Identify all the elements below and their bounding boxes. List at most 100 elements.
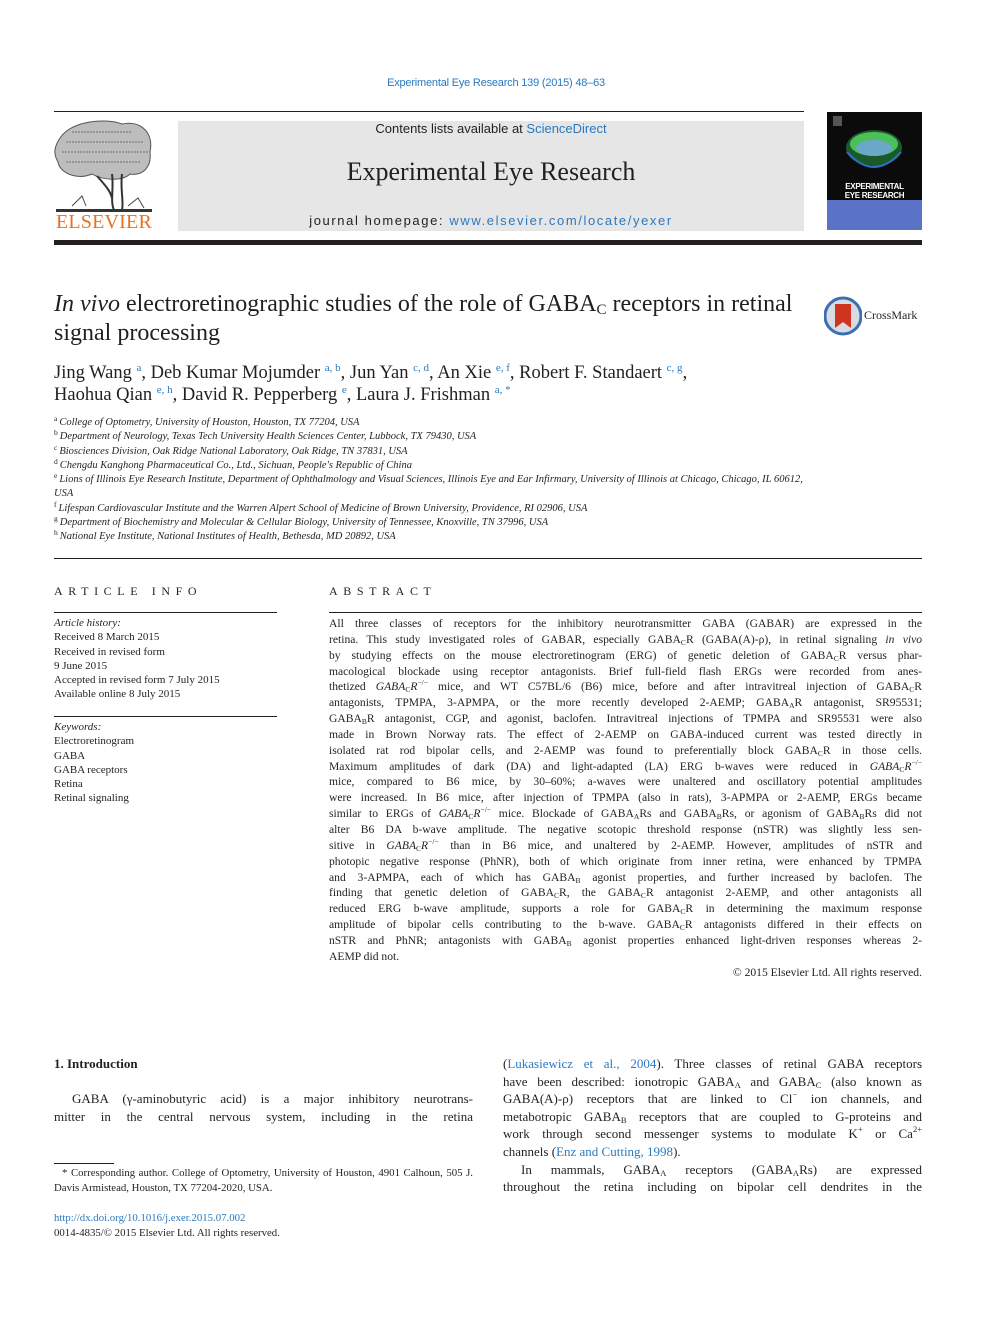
text-line: sitive in GABACR−/− than in B6 mice, and… — [329, 838, 922, 854]
author-affiliation-marker[interactable]: e — [342, 384, 347, 396]
text-segment: Rs) are expressed — [799, 1161, 922, 1177]
footnote-text: * Corresponding author. College of Optom… — [54, 1167, 473, 1195]
author-affiliation-marker[interactable]: a — [136, 362, 141, 374]
author-affiliation-marker[interactable]: c, g — [667, 362, 683, 374]
affiliation-text: Lifespan Cardiovascular Institute and th… — [58, 502, 588, 514]
text-segment: mice. Blockade of GABA — [491, 807, 634, 821]
author-affiliation-marker[interactable]: e, f — [496, 362, 510, 374]
keywords-block: Keywords: Electroretinogram GABA GABA rece… — [54, 720, 279, 806]
text-segment: mice, compared to B6 mice, by 30–60%; a-… — [329, 775, 922, 789]
affiliation-key: d — [54, 456, 58, 466]
superscript: 2+ — [912, 1124, 922, 1135]
journal-title: Experimental Eye Research — [346, 157, 636, 186]
affiliation-item: b Department of Neurology, Texas Tech Uni… — [54, 429, 814, 444]
text-segment: and GABA — [740, 1073, 816, 1089]
header-rule — [54, 111, 804, 112]
doi-link[interactable]: http://dx.doi.org/10.1016/j.exer.2015.07… — [54, 1211, 245, 1226]
text-segment: nSTR and PhNR; antagonists with GABA — [329, 933, 567, 947]
superscript: −/− — [480, 805, 492, 815]
running-head[interactable]: Experimental Eye Research 139 (2015) 48–… — [0, 77, 992, 89]
text-line: made in Brown Norway rats. The effect of… — [329, 727, 922, 743]
text-line: thetized GABACR−/− mice, and WT C57BL/6 … — [329, 679, 922, 695]
keyword-item[interactable]: Retina — [54, 777, 279, 791]
text-line: channels (Enz and Cutting, 1998). — [503, 1143, 922, 1161]
text-segment: work through second messenger systems to… — [503, 1126, 858, 1142]
text-line: similar to ERGs of GABACR−/− mice. Block… — [329, 806, 922, 822]
text-segment: R — [914, 680, 923, 694]
journal-homepage-link[interactable]: www.elsevier.com/locate/yexer — [449, 213, 672, 228]
author-affiliation-marker[interactable]: e, h — [157, 384, 173, 396]
text-segment: throughout the retina including on bipol… — [503, 1179, 922, 1195]
keyword-item[interactable]: Electroretinogram — [54, 734, 279, 748]
citation-link[interactable]: Enz and Cutting, 1998 — [556, 1144, 673, 1159]
text-segment: macological blockade using receptor anta… — [329, 664, 922, 678]
superscript: −/− — [417, 678, 428, 688]
text-segment: Maximum amplitudes of dark (DA) and ligh… — [329, 759, 870, 773]
text-segment: Rs did not — [864, 807, 922, 821]
text-segment: channels ( — [503, 1143, 557, 1159]
text-segment: alter B6 DA b-wave amplitude. The negati… — [329, 822, 922, 836]
text-segment: mitter in the central nervous system, in… — [54, 1108, 473, 1124]
text-line: photopic negative response (PhNR), both … — [329, 854, 922, 870]
keyword-item[interactable]: GABA receptors — [54, 763, 279, 777]
text-segment: GABA (γ-aminobutyric acid) is a major in… — [72, 1091, 473, 1106]
text-segment: R in determining the maximum response — [685, 902, 923, 916]
author-name[interactable]: An Xie — [437, 363, 491, 383]
text-line: were increased. In B6 mice, after inject… — [329, 790, 922, 806]
history-item: 9 June 2015 — [54, 659, 108, 672]
text-line: alter B6 DA b-wave amplitude. The negati… — [329, 822, 922, 838]
text-segment: R, the GABA — [558, 886, 641, 900]
article-title: In vivo electroretinographic studies of … — [54, 290, 814, 348]
affiliation-key: g — [54, 514, 58, 524]
author-name[interactable]: Haohua Qian — [54, 385, 152, 405]
cover-title: EXPERIMENTAL EYE RESEARCH — [827, 182, 922, 200]
text-segment: ). — [673, 1143, 681, 1159]
abstract-rule — [329, 612, 922, 613]
eye-illustration-icon — [833, 116, 902, 168]
text-segment: by studying effects on the mouse electro… — [329, 648, 834, 662]
text-segment: GABA — [329, 712, 362, 726]
text-line: retina. This study investigated roles of… — [329, 632, 922, 648]
author-name[interactable]: Deb Kumar Mojumder — [151, 363, 321, 383]
italic-text: GABA — [869, 759, 900, 773]
text-line: mitter in the central nervous system, in… — [54, 1108, 473, 1126]
keywords-label: Keywords: — [54, 721, 102, 733]
title-italic: In vivo — [54, 291, 120, 317]
keyword-item[interactable]: GABA — [54, 749, 279, 763]
affiliation-text: National Eye Institute, National Institu… — [59, 531, 396, 543]
author-name[interactable]: Robert F. Standaert — [519, 363, 662, 383]
text-line: isolated rat rod bipolar cells, and 2-AE… — [329, 743, 922, 759]
italic-text: GABA — [375, 680, 406, 694]
author-affiliation-marker[interactable]: a, * — [495, 384, 511, 396]
history-item: Received in revised form — [54, 645, 165, 658]
text-line: In mammals, GABAA receptors (GABAARs) ar… — [503, 1161, 922, 1179]
author-name[interactable]: Jun Yan — [350, 363, 409, 383]
text-segment: amplitude of bipolar cells contributing … — [329, 918, 680, 932]
author-name[interactable]: Jing Wang — [54, 363, 132, 383]
author-affiliation-marker[interactable]: c, d — [413, 362, 429, 374]
author-name[interactable]: Laura J. Frishman — [356, 385, 490, 405]
crossmark-icon — [824, 296, 862, 336]
article-history: Article history: Received 8 March 2015 Re… — [54, 616, 279, 702]
text-line: and 3-APMPA, each of which has GABAB ago… — [329, 870, 922, 886]
history-items: Received 8 March 2015 Received in revised… — [54, 630, 279, 701]
text-line: metabotropic GABAB receptors that are co… — [503, 1108, 922, 1126]
text-line: reduced ERG b-wave amplitude, supports a… — [329, 901, 922, 917]
text-segment: GABA(A)-ρ) receptors that are linked to … — [503, 1091, 793, 1107]
text-segment: Rs and GABA — [639, 807, 717, 821]
text-segment: R antagonists differed in their effects … — [684, 918, 922, 932]
affiliation-item: c Biosciences Division, Oak Ridge Nationa… — [54, 443, 814, 459]
keyword-item[interactable]: Retinal signaling — [54, 791, 279, 805]
author-name[interactable]: David R. Pepperberg — [182, 385, 337, 405]
title-part1: electroretinographic studies of the role… — [119, 291, 597, 317]
author-affiliation-marker[interactable]: a, b — [325, 362, 341, 374]
sciencedirect-link[interactable]: ScienceDirect — [526, 121, 606, 136]
italic-text: GABA — [386, 838, 417, 852]
citation-link[interactable]: Lukasiewicz et al., 2004 — [507, 1056, 656, 1071]
text-line: macological blockade using receptor anta… — [329, 664, 922, 680]
journal-cover-image[interactable]: EXPERIMENTAL EYE RESEARCH — [827, 112, 922, 230]
text-line: antagonists, TPMPA, 3-APMPA, or the more… — [329, 695, 922, 711]
crossmark-button[interactable]: CrossMark — [824, 296, 924, 336]
text-segment: All three classes of receptors for the i… — [329, 617, 922, 630]
text-line: have been described: ionotropic GABAA an… — [503, 1073, 922, 1091]
